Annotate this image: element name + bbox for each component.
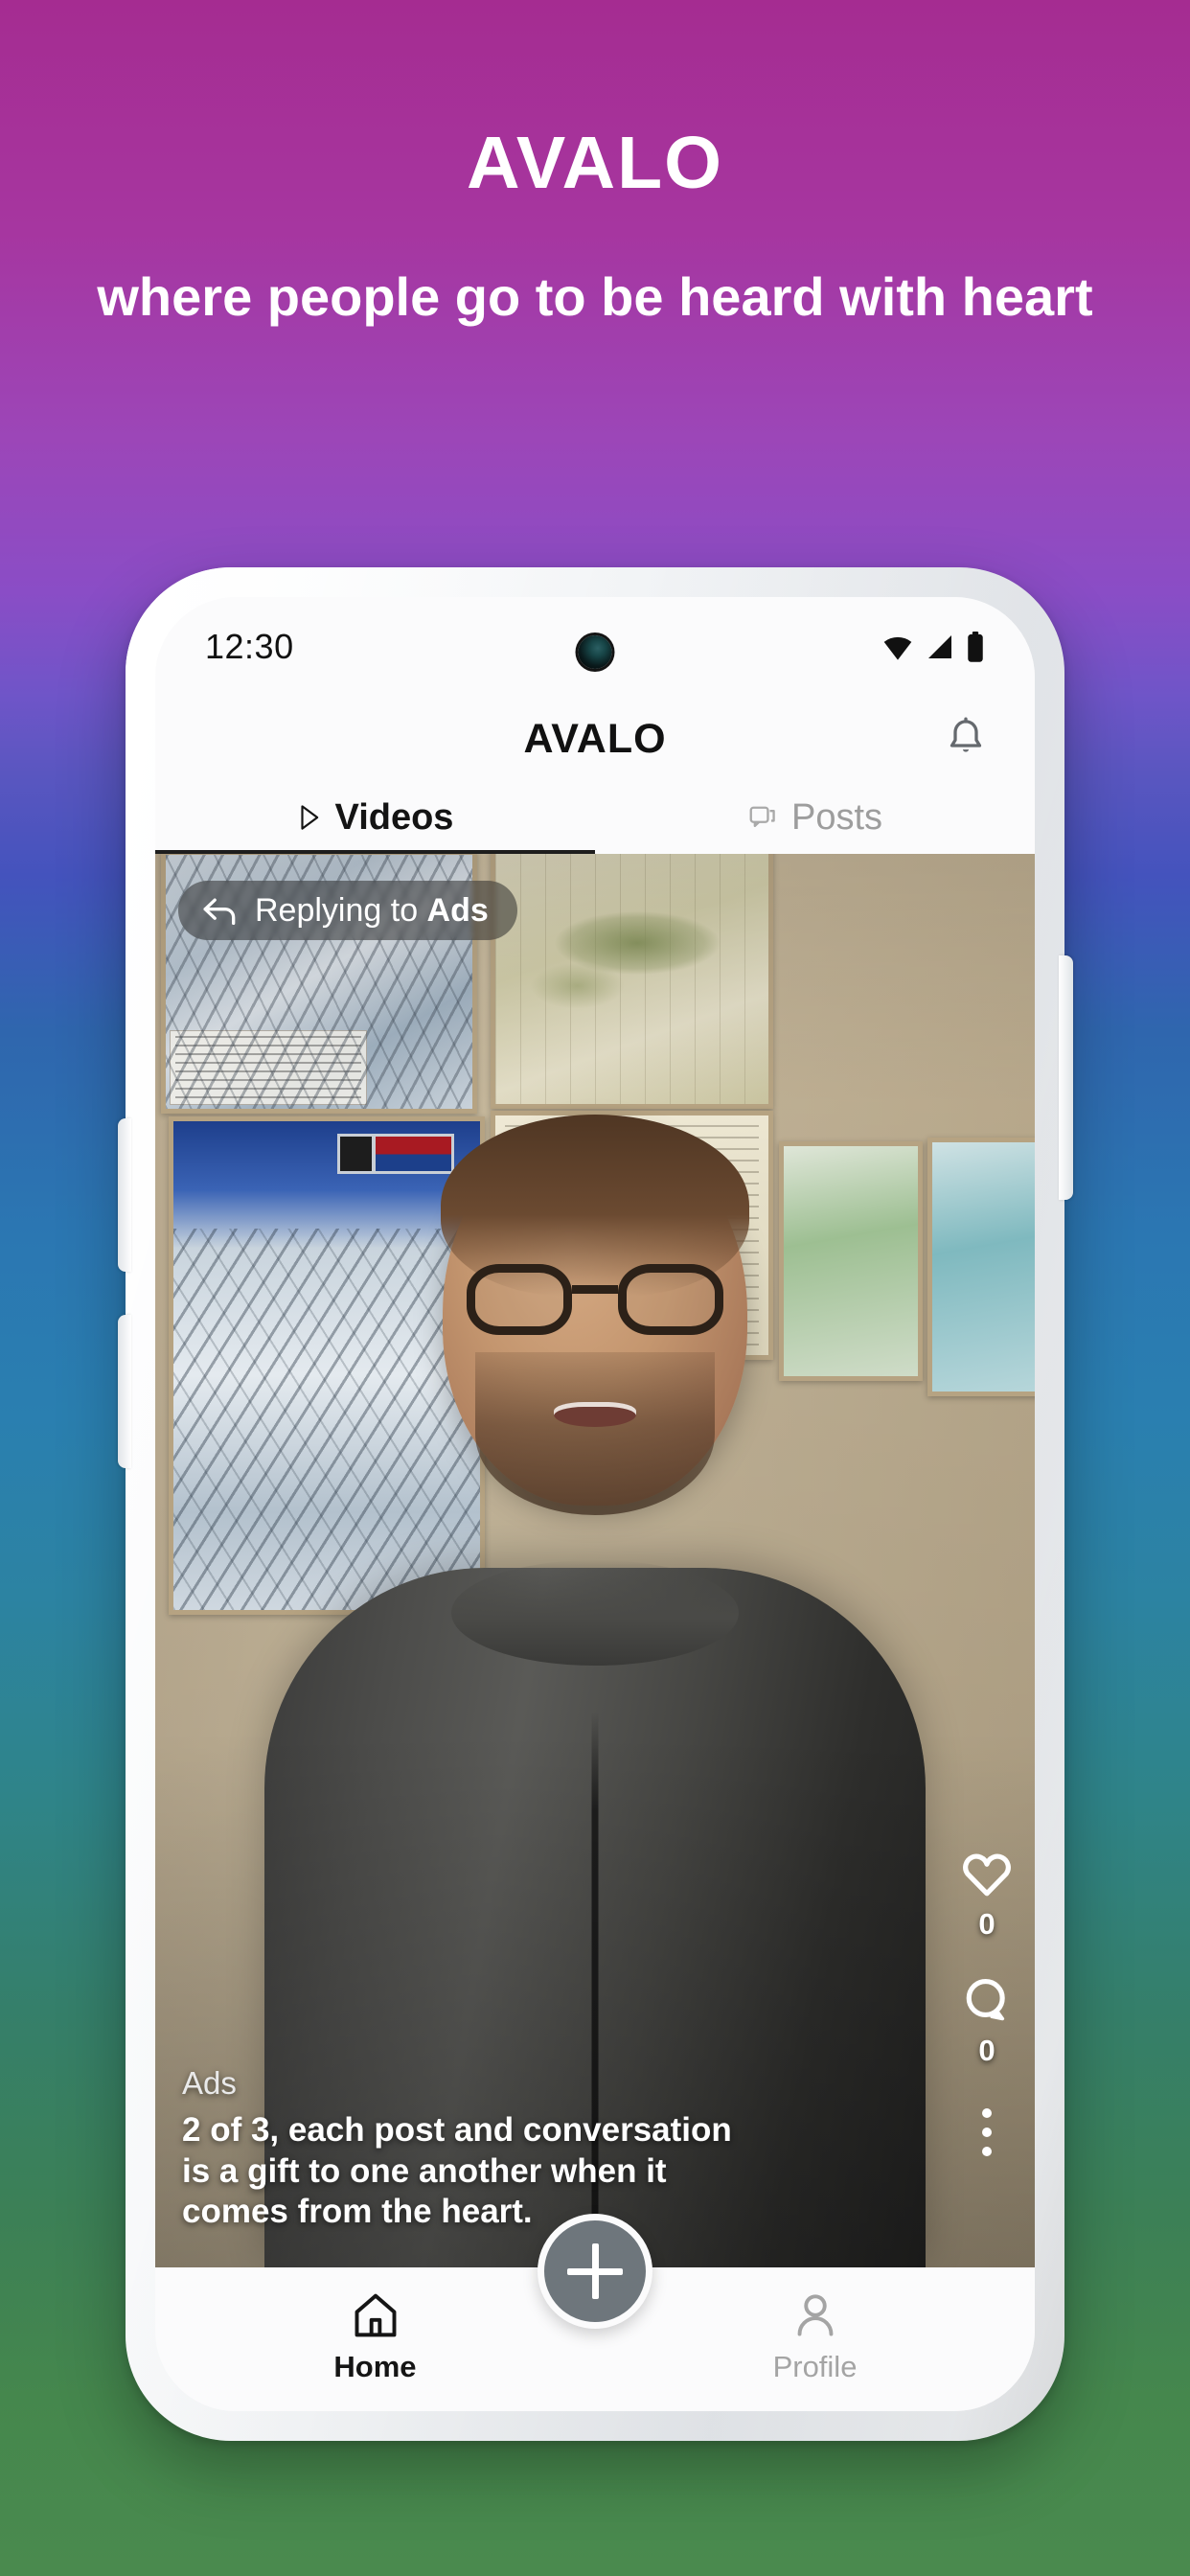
- subject-glasses: [467, 1264, 723, 1335]
- notifications-button[interactable]: [939, 712, 993, 766]
- comment-count: 0: [978, 2034, 995, 2067]
- replying-to-target: Ads: [426, 891, 489, 929]
- volume-down-button[interactable]: [118, 1315, 131, 1468]
- nav-item-profile[interactable]: Profile: [595, 2290, 1035, 2384]
- promo-background: AVALO where people go to be heard with h…: [0, 0, 1190, 2576]
- status-time: 12:30: [205, 627, 294, 666]
- nav-item-home-label: Home: [333, 2350, 417, 2383]
- video-subject: [155, 854, 1035, 2267]
- bell-icon: [950, 717, 982, 752]
- person-icon: [797, 2294, 833, 2336]
- app-title: AVALO: [523, 715, 667, 762]
- tab-posts-label: Posts: [790, 796, 883, 838]
- promo-title: AVALO: [466, 122, 724, 204]
- caption-text: 2 of 3, each post and conversation is a …: [182, 2110, 732, 2231]
- replying-to-text: Replying to Ads: [255, 892, 489, 930]
- nav-item-home[interactable]: Home: [155, 2290, 595, 2384]
- comment-icon: [966, 1978, 1005, 2021]
- promo-tagline: where people go to be heard with heart: [97, 266, 1093, 327]
- status-bar: 12:30: [155, 597, 1035, 697]
- video-action-rail: 0 0: [960, 1850, 1014, 2162]
- tab-posts[interactable]: Posts: [595, 781, 1035, 854]
- like-action[interactable]: 0: [960, 1850, 1014, 1942]
- create-post-button[interactable]: [538, 2214, 652, 2329]
- subject-beard: [475, 1352, 715, 1515]
- comment-action[interactable]: 0: [960, 1976, 1014, 2068]
- more-vertical-icon-dot: [982, 2128, 992, 2137]
- wifi-icon: [883, 636, 912, 660]
- more-vertical-icon: [982, 2108, 992, 2118]
- subject-mouth: [554, 1402, 636, 1427]
- tab-videos[interactable]: Videos: [155, 781, 595, 854]
- more-options-button[interactable]: [967, 2103, 1007, 2162]
- like-count: 0: [978, 1907, 995, 1941]
- battery-icon: [968, 632, 983, 662]
- plus-icon-bar: [567, 2267, 623, 2275]
- nav-item-profile-label: Profile: [772, 2350, 858, 2383]
- phone-screen: 12:30 AVALO Videos Posts Replying to Ads…: [155, 597, 1035, 2411]
- heart-icon: [963, 1853, 1011, 1897]
- video-caption: Ads 2 of 3, each post and conversation i…: [182, 2065, 757, 2233]
- reply-arrow-icon: [203, 898, 236, 925]
- bottom-navigation: Home Profile: [155, 2214, 1035, 2411]
- chat-bubble-icon: [749, 806, 775, 828]
- feed-tabs: Videos Posts: [155, 781, 1035, 854]
- cellular-signal-icon: [928, 635, 951, 658]
- home-icon: [355, 2293, 396, 2337]
- jacket-collar: [451, 1560, 739, 1666]
- caption-author[interactable]: Ads: [182, 2065, 757, 2102]
- front-camera-punch-hole: [578, 635, 612, 669]
- play-triangle-icon: [300, 805, 318, 830]
- more-vertical-icon-dot: [982, 2147, 992, 2156]
- video-player[interactable]: Replying to Ads Ads 2 of 3, each post an…: [155, 854, 1035, 2267]
- status-icons: [881, 632, 985, 662]
- tab-videos-label: Videos: [334, 796, 454, 838]
- phone-mockup: 12:30 AVALO Videos Posts Replying to Ads…: [118, 567, 1073, 2441]
- volume-up-button[interactable]: [118, 1118, 131, 1272]
- replying-to-badge[interactable]: Replying to Ads: [178, 881, 517, 940]
- power-button[interactable]: [1059, 955, 1073, 1200]
- replying-to-prefix: Replying to: [255, 891, 427, 929]
- app-bar: AVALO: [155, 697, 1035, 781]
